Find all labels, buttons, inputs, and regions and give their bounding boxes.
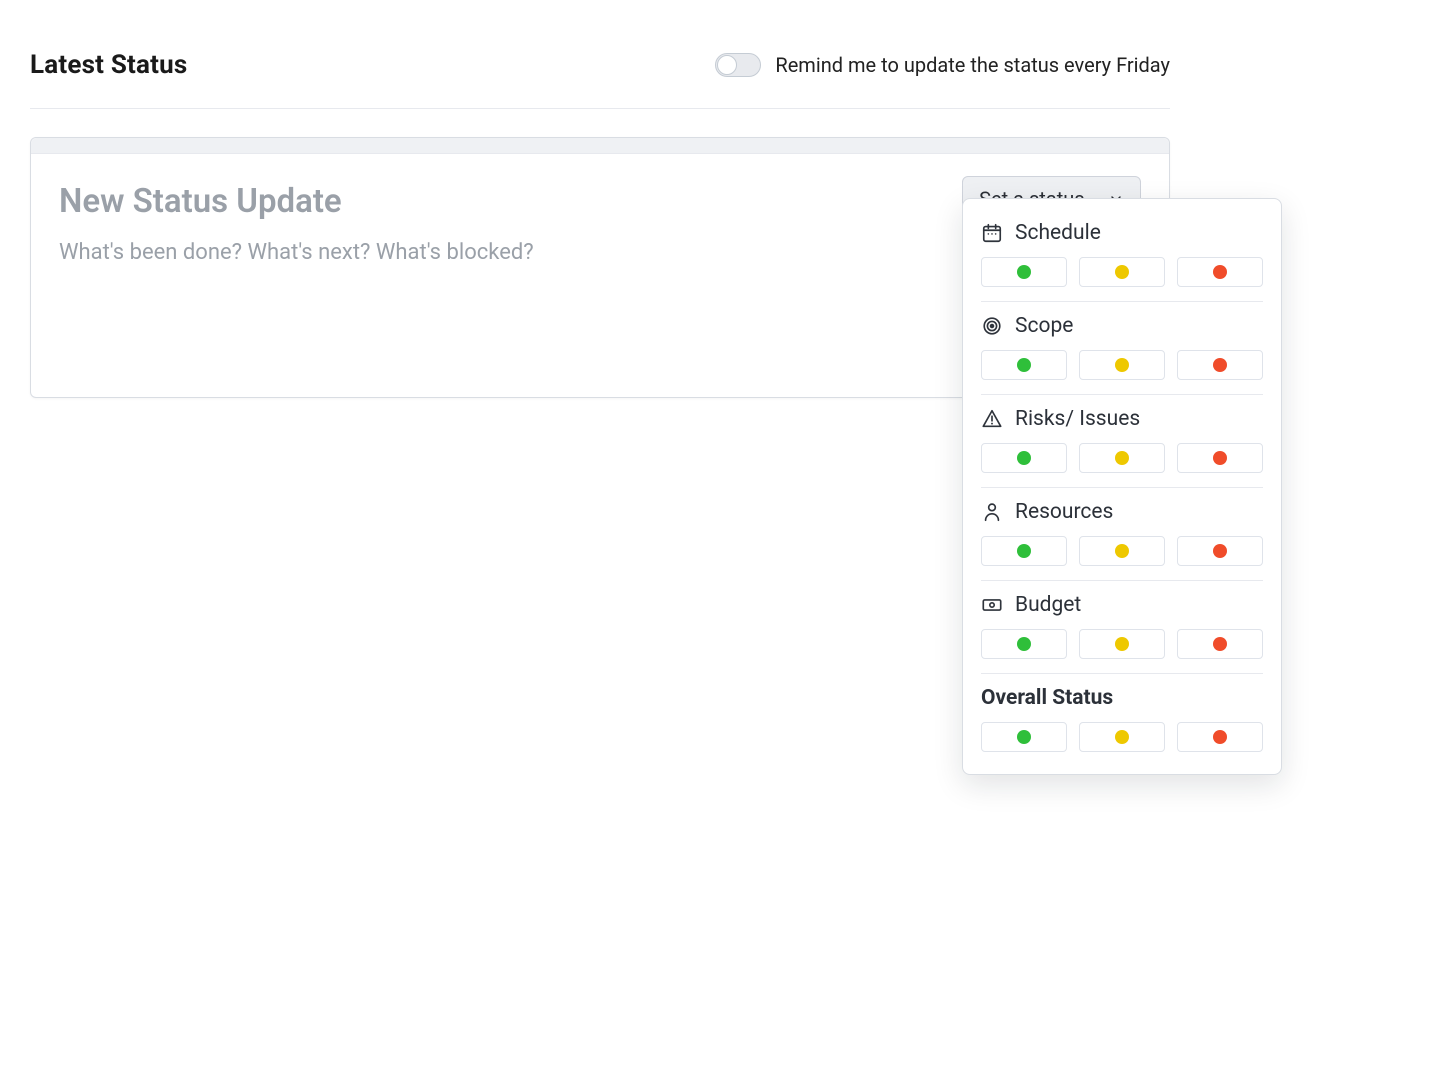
status-popover: Schedule Scope (962, 198, 1282, 775)
option-row (981, 536, 1263, 566)
yellow-dot-icon (1115, 265, 1129, 279)
resources-green-button[interactable] (981, 536, 1067, 566)
option-row (981, 257, 1263, 287)
section-title: Budget (1015, 593, 1081, 617)
schedule-green-button[interactable] (981, 257, 1067, 287)
red-dot-icon (1213, 637, 1227, 651)
status-title-input[interactable]: New Status Update (59, 182, 938, 222)
warning-icon (981, 408, 1003, 430)
scope-green-button[interactable] (981, 350, 1067, 380)
option-row (981, 629, 1263, 659)
card-text-area: New Status Update What's been done? What… (59, 176, 938, 265)
money-icon (981, 594, 1003, 616)
page-title: Latest Status (30, 50, 187, 80)
person-icon (981, 501, 1003, 523)
page: Latest Status Remind me to update the st… (0, 0, 1200, 398)
yellow-dot-icon (1115, 358, 1129, 372)
schedule-yellow-button[interactable] (1079, 257, 1165, 287)
remind-toggle[interactable] (715, 53, 761, 77)
overall-yellow-button[interactable] (1079, 722, 1165, 752)
green-dot-icon (1017, 544, 1031, 558)
card-accent-strip (31, 138, 1169, 154)
green-dot-icon (1017, 451, 1031, 465)
budget-yellow-button[interactable] (1079, 629, 1165, 659)
section-scope: Scope (981, 302, 1263, 395)
green-dot-icon (1017, 265, 1031, 279)
budget-red-button[interactable] (1177, 629, 1263, 659)
overall-green-button[interactable] (981, 722, 1067, 752)
yellow-dot-icon (1115, 637, 1129, 651)
target-icon (981, 315, 1003, 337)
risks-yellow-button[interactable] (1079, 443, 1165, 473)
yellow-dot-icon (1115, 544, 1129, 558)
remind-toggle-label: Remind me to update the status every Fri… (775, 53, 1170, 77)
green-dot-icon (1017, 730, 1031, 744)
resources-red-button[interactable] (1177, 536, 1263, 566)
green-dot-icon (1017, 637, 1031, 651)
status-card: New Status Update What's been done? What… (30, 137, 1170, 398)
risks-green-button[interactable] (981, 443, 1067, 473)
overall-red-button[interactable] (1177, 722, 1263, 752)
status-body-input[interactable]: What's been done? What's next? What's bl… (59, 240, 938, 265)
risks-red-button[interactable] (1177, 443, 1263, 473)
red-dot-icon (1213, 544, 1227, 558)
scope-red-button[interactable] (1177, 350, 1263, 380)
red-dot-icon (1213, 730, 1227, 744)
option-row (981, 350, 1263, 380)
header-row: Latest Status Remind me to update the st… (30, 50, 1170, 109)
red-dot-icon (1213, 358, 1227, 372)
scope-yellow-button[interactable] (1079, 350, 1165, 380)
budget-green-button[interactable] (981, 629, 1067, 659)
section-budget: Budget (981, 581, 1263, 674)
resources-yellow-button[interactable] (1079, 536, 1165, 566)
section-title: Resources (1015, 500, 1113, 524)
red-dot-icon (1213, 451, 1227, 465)
section-title: Risks/ Issues (1015, 407, 1140, 431)
calendar-icon (981, 222, 1003, 244)
yellow-dot-icon (1115, 451, 1129, 465)
yellow-dot-icon (1115, 730, 1129, 744)
section-resources: Resources (981, 488, 1263, 581)
toggle-knob (717, 55, 737, 75)
schedule-red-button[interactable] (1177, 257, 1263, 287)
option-row (981, 443, 1263, 473)
green-dot-icon (1017, 358, 1031, 372)
option-row (981, 722, 1263, 752)
section-risks: Risks/ Issues (981, 395, 1263, 488)
red-dot-icon (1213, 265, 1227, 279)
section-schedule: Schedule (981, 209, 1263, 302)
remind-toggle-wrap: Remind me to update the status every Fri… (715, 53, 1170, 77)
section-title: Scope (1015, 314, 1073, 338)
section-overall: Overall Status (981, 674, 1263, 756)
section-title: Overall Status (981, 686, 1113, 710)
section-title: Schedule (1015, 221, 1101, 245)
